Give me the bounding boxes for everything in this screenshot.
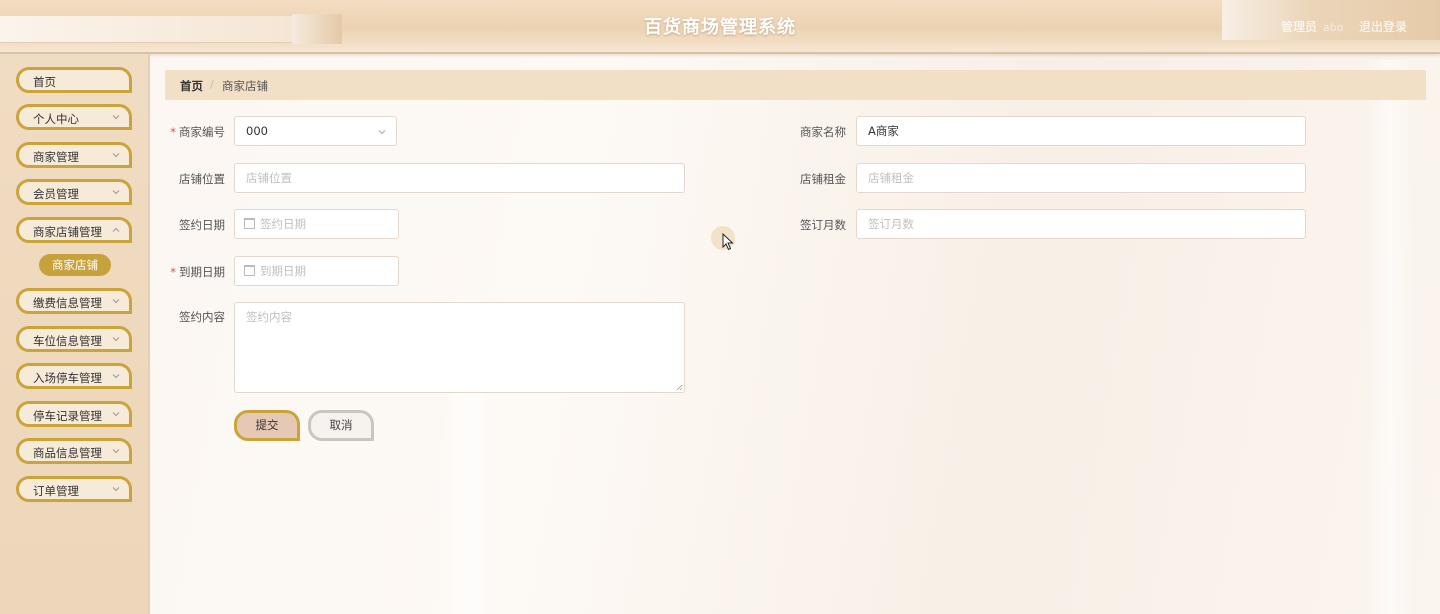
sidebar-item-home[interactable]: 首页 <box>16 67 132 93</box>
resize-grip-icon[interactable] <box>676 384 683 391</box>
expire-date-placeholder: 到期日期 <box>260 264 306 278</box>
merchant-name-field[interactable]: A商家 <box>856 116 1306 146</box>
sidebar-item-parking-entry[interactable]: 入场停车管理 <box>16 363 132 389</box>
sign-months-input[interactable]: 签订月数 <box>856 209 1306 239</box>
sidebar-item-merchant[interactable]: 商家管理 <box>16 142 132 168</box>
sidebar-item-label: 停车记录管理 <box>33 409 102 423</box>
sidebar-item-label: 商品信息管理 <box>33 446 102 460</box>
sidebar-item-label: 个人中心 <box>33 112 79 126</box>
sign-months-label: 签订月数 <box>800 218 846 232</box>
calendar-icon <box>244 218 255 229</box>
breadcrumb-separator: / <box>210 78 214 91</box>
merchant-name-label: 商家名称 <box>800 125 846 139</box>
chevron-down-icon <box>112 115 120 120</box>
merchant-no-value: 000 <box>246 124 268 138</box>
sidebar-item-label: 入场停车管理 <box>33 371 102 385</box>
breadcrumb-home[interactable]: 首页 <box>180 78 203 94</box>
sidebar-item-label: 首页 <box>33 75 56 89</box>
sign-date-placeholder: 签约日期 <box>260 217 306 231</box>
sidebar-item-parking-record[interactable]: 停车记录管理 <box>16 401 132 427</box>
required-mark: * <box>170 265 176 279</box>
user-role: 管理员 <box>1281 20 1318 34</box>
sidebar-subitem-shop[interactable]: 商家店铺 <box>39 254 111 276</box>
sidebar-item-label: 缴费信息管理 <box>33 296 102 310</box>
shop-location-placeholder: 店铺位置 <box>246 171 292 185</box>
submit-button[interactable]: 提交 <box>234 410 300 441</box>
shop-location-label: 店铺位置 <box>179 172 225 186</box>
merchant-name-value: A商家 <box>868 124 899 138</box>
username: abo <box>1323 21 1344 34</box>
chevron-down-icon <box>112 412 120 417</box>
sign-months-placeholder: 签订月数 <box>868 217 914 231</box>
breadcrumb: 首页 / 商家店铺 <box>165 70 1426 100</box>
app-header: 百货商场管理系统 管理员 abo 退出登录 <box>0 0 1440 54</box>
sidebar-item-label: 订单管理 <box>33 484 79 498</box>
sign-date-picker[interactable]: 签约日期 <box>234 209 399 239</box>
sidebar-item-orders[interactable]: 订单管理 <box>16 476 132 502</box>
chevron-down-icon <box>378 130 386 135</box>
expire-date-picker[interactable]: 到期日期 <box>234 256 399 286</box>
sign-content-label: 签约内容 <box>179 310 225 324</box>
mouse-pointer-icon <box>722 233 734 251</box>
sidebar-item-payment[interactable]: 缴费信息管理 <box>16 288 132 314</box>
chevron-up-icon <box>112 227 120 232</box>
app-title: 百货商场管理系统 <box>644 17 796 38</box>
required-mark: * <box>170 125 176 139</box>
merchant-no-select[interactable]: 000 <box>234 116 397 146</box>
logout-link[interactable]: 退出登录 <box>1359 18 1407 35</box>
sidebar-item-label: 会员管理 <box>33 187 79 201</box>
shop-location-input[interactable]: 店铺位置 <box>234 163 685 193</box>
merchant-no-label: * 商家编号 <box>170 125 225 139</box>
shop-rent-placeholder: 店铺租金 <box>868 171 914 185</box>
chevron-down-icon <box>112 337 120 342</box>
sidebar-item-label: 商家店铺管理 <box>33 225 102 239</box>
shop-rent-label: 店铺租金 <box>800 172 846 186</box>
sidebar-item-label: 车位信息管理 <box>33 334 102 348</box>
expire-date-label: * 到期日期 <box>170 265 225 279</box>
chevron-down-icon <box>112 374 120 379</box>
sign-date-label: 签约日期 <box>179 218 225 232</box>
chevron-down-icon <box>112 449 120 454</box>
sidebar-item-shop[interactable]: 商家店铺管理 <box>16 217 132 243</box>
calendar-icon <box>244 265 255 276</box>
sign-content-textarea[interactable]: 签约内容 <box>234 302 685 393</box>
sidebar-item-label: 商家管理 <box>33 150 79 164</box>
sidebar-item-parking-space[interactable]: 车位信息管理 <box>16 326 132 352</box>
sidebar-item-member[interactable]: 会员管理 <box>16 179 132 205</box>
cancel-button[interactable]: 取消 <box>308 410 374 441</box>
shop-rent-input[interactable]: 店铺租金 <box>856 163 1306 193</box>
sidebar-item-profile[interactable]: 个人中心 <box>16 104 132 130</box>
background-stripe <box>1365 60 1415 614</box>
breadcrumb-current: 商家店铺 <box>222 79 268 93</box>
chevron-down-icon <box>112 153 120 158</box>
chevron-down-icon <box>112 190 120 195</box>
chevron-down-icon <box>112 299 120 304</box>
sidebar-item-goods[interactable]: 商品信息管理 <box>16 438 132 464</box>
chevron-down-icon <box>112 487 120 492</box>
user-info: 管理员 abo <box>1281 18 1343 35</box>
sign-content-placeholder: 签约内容 <box>246 310 292 324</box>
